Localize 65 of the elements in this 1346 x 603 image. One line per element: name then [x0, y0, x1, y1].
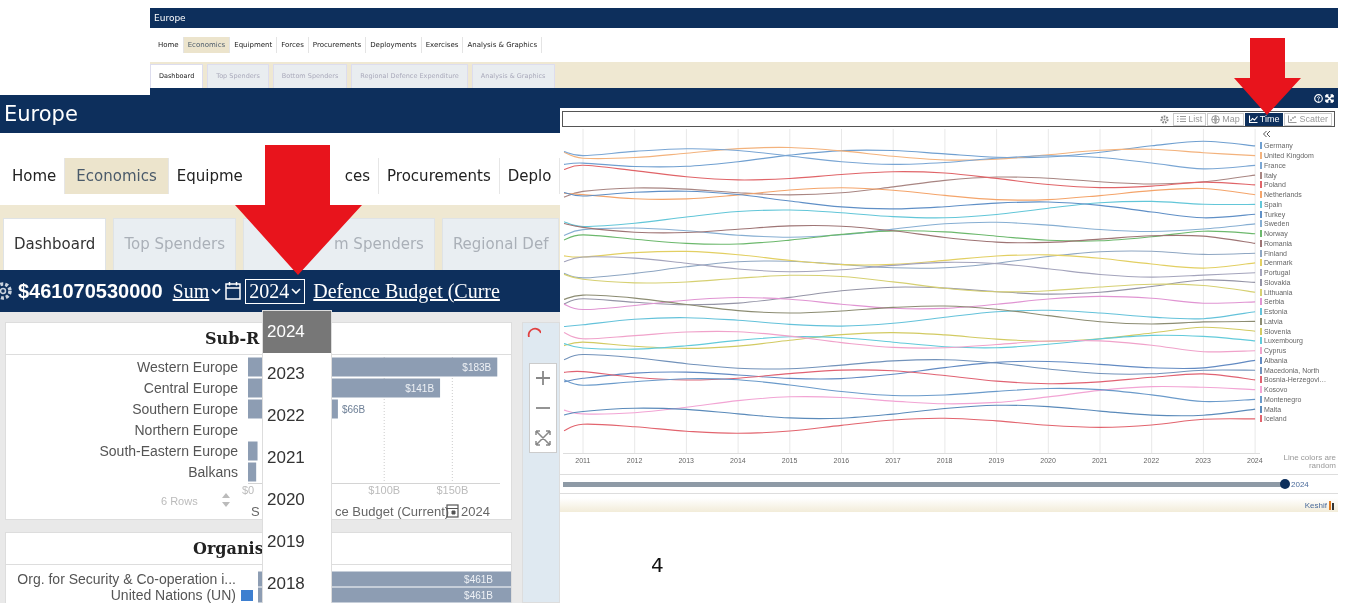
- row-label: United Nations (UN): [110, 587, 236, 603]
- aggregate-dropdown[interactable]: Sum: [172, 279, 222, 303]
- chart-note: Line colors are random: [1282, 454, 1336, 470]
- nav-item[interactable]: Procurements: [379, 158, 500, 194]
- window-title: Europe: [4, 102, 78, 126]
- card-title: Sub-R: [204, 329, 260, 348]
- measure-link[interactable]: Defence Budget (Curre: [313, 279, 500, 303]
- bar: [248, 462, 257, 482]
- axis-tick-label: $0: [241, 484, 255, 496]
- zoom-in-icon[interactable]: [535, 370, 551, 386]
- value-label: $461B: [464, 590, 493, 601]
- tab[interactable]: Dashboard: [3, 218, 107, 270]
- menu-option[interactable]: 2018: [263, 563, 331, 603]
- scatter-plot-icon: [1288, 115, 1298, 123]
- axis-tick-label: $100B: [368, 484, 401, 496]
- value-label: $66B: [341, 404, 366, 415]
- nav-item[interactable]: Economics: [65, 158, 169, 194]
- caret-icon: [291, 287, 302, 295]
- axis-tick-label: $150B: [436, 484, 469, 496]
- slider-value: 2024: [1291, 479, 1309, 489]
- menu-option[interactable]: 2023: [263, 353, 331, 395]
- footer-credit[interactable]: Keshif: [1304, 500, 1327, 510]
- expand-icon[interactable]: [1325, 93, 1334, 103]
- bar: [248, 441, 258, 461]
- menu-option[interactable]: 2019: [263, 521, 331, 563]
- category-label: Northern Europe: [134, 422, 238, 438]
- globe-icon: [1211, 114, 1221, 124]
- page-number: 4: [651, 553, 664, 577]
- value-label: $183B: [462, 362, 492, 373]
- settings-icon[interactable]: [1160, 114, 1170, 124]
- bars-icon: [1329, 500, 1334, 510]
- year-dropdown[interactable]: 2024: [245, 278, 306, 304]
- card-title: Organis: [192, 539, 264, 558]
- value-label: $461B: [464, 574, 493, 585]
- calendar-icon: [225, 281, 242, 301]
- double-chevron-icon[interactable]: [1262, 130, 1271, 138]
- ring-icon: [527, 327, 541, 337]
- category-label: Southern Europe: [132, 401, 238, 417]
- gear-icon[interactable]: [0, 281, 14, 301]
- slider-thumb[interactable]: [1280, 478, 1290, 489]
- nav-item[interactable]: Equipme: [168, 158, 251, 194]
- list-icon: [1177, 115, 1187, 123]
- axis-year: 2024: [461, 504, 490, 519]
- nav-item[interactable]: ces: [336, 158, 380, 194]
- view-button[interactable]: Time: [1244, 112, 1284, 126]
- category-label: Western Europe: [137, 359, 238, 375]
- menu-option[interactable]: 2024: [263, 311, 331, 353]
- row-label: Org. for Security & Co-operation i...: [17, 571, 236, 587]
- category-label: Balkans: [188, 464, 238, 480]
- window-title: Europe: [154, 13, 186, 23]
- menu-option[interactable]: 2020: [263, 479, 331, 521]
- menu-option[interactable]: 2022: [263, 395, 331, 437]
- category-label: Central Europe: [143, 380, 238, 396]
- fullscreen-icon[interactable]: [535, 430, 551, 446]
- line-chart-icon: [1248, 115, 1258, 123]
- category-label: South-Eastern Europe: [99, 443, 238, 459]
- square-icon: [241, 590, 253, 601]
- help-icon[interactable]: [1314, 93, 1323, 103]
- total-value: $461070530000: [18, 279, 163, 303]
- axis-title: S: [251, 504, 260, 519]
- nav-item[interactable]: Deplo: [499, 158, 560, 194]
- menu-option[interactable]: 2021: [263, 437, 331, 479]
- row-count: 6 Rows: [161, 495, 198, 507]
- value-label: $141B: [405, 383, 435, 394]
- caret-icon: [211, 287, 222, 295]
